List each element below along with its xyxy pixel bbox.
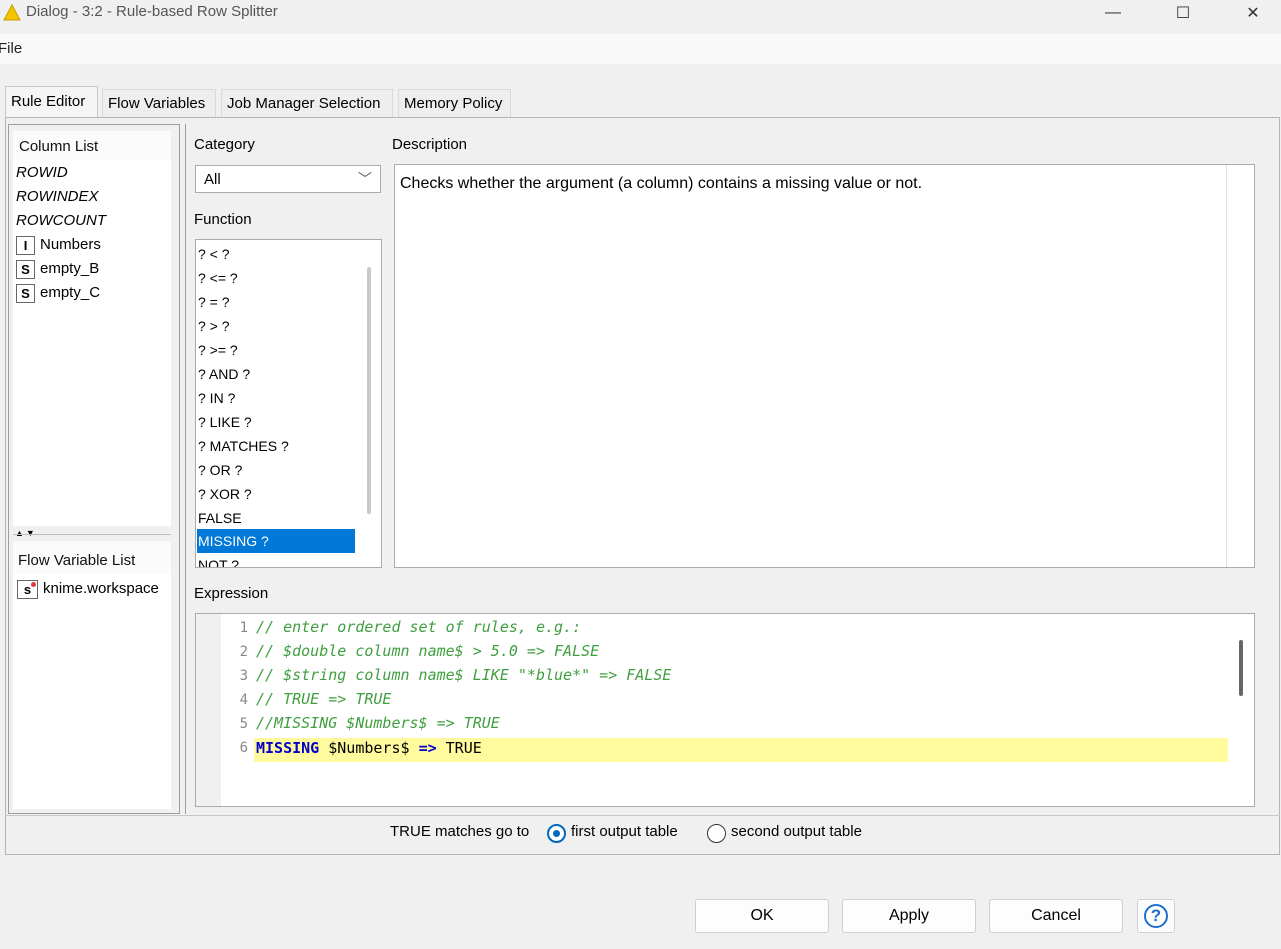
function-item[interactable]: ? LIKE ?	[197, 410, 355, 434]
function-item[interactable]: ? IN ?	[197, 386, 355, 410]
keyword-arrow: =>	[418, 739, 437, 757]
expression-scrollbar[interactable]	[1239, 640, 1243, 696]
column-numbers[interactable]: I Numbers	[16, 233, 101, 257]
help-icon: ?	[1144, 904, 1168, 928]
line-number: 5	[239, 716, 248, 732]
function-item[interactable]: NOT ?	[197, 553, 355, 567]
tab-flow-variables[interactable]: Flow Variables	[102, 89, 216, 117]
code-line[interactable]: // $double column name$ > 5.0 => FALSE	[256, 639, 599, 663]
column-list-heading: Column List	[19, 138, 99, 155]
function-item[interactable]: ? MATCHES ?	[197, 434, 355, 458]
function-scrollbar[interactable]	[367, 267, 371, 514]
string-type-icon: S	[16, 283, 35, 303]
function-item[interactable]: ? AND ?	[197, 362, 355, 386]
tab-job-manager-selection[interactable]: Job Manager Selection	[221, 89, 393, 117]
ok-button[interactable]: OK	[695, 899, 829, 933]
splitter-arrows-icon[interactable]: ▲▼	[15, 528, 37, 538]
description-box: Checks whether the argument (a column) c…	[394, 164, 1255, 568]
category-value: All	[204, 171, 221, 188]
function-item[interactable]: FALSE	[197, 506, 355, 530]
line-number: 2	[239, 644, 248, 660]
code-line[interactable]: // enter ordered set of rules, e.g.:	[256, 615, 581, 639]
tab-memory-policy[interactable]: Memory Policy	[398, 89, 511, 117]
column-rowid[interactable]: ROWID	[16, 161, 68, 185]
window-title: Dialog - 3:2 - Rule-based Row Splitter	[26, 3, 278, 20]
second-output-radio[interactable]	[707, 824, 726, 843]
chevron-down-icon: ﹀	[358, 171, 372, 187]
string-variable-icon: s	[17, 579, 38, 599]
cancel-button[interactable]: Cancel	[989, 899, 1123, 933]
first-output-radio[interactable]	[547, 824, 566, 843]
function-item[interactable]: ? >= ?	[197, 338, 355, 362]
menu-bar	[0, 34, 1281, 64]
code-line[interactable]: // TRUE => TRUE	[256, 687, 391, 711]
category-label: Category	[194, 136, 255, 153]
knime-warning-icon	[3, 4, 21, 21]
tab-rule-editor[interactable]: Rule Editor	[5, 86, 98, 118]
column-rowcount[interactable]: ROWCOUNT	[16, 209, 106, 233]
code-line[interactable]: //MISSING $Numbers$ => TRUE	[256, 711, 500, 735]
column-empty-b[interactable]: Sempty_B	[16, 257, 99, 281]
expression-editor[interactable]: 1 2 3 4 5 6 // enter ordered set of rule…	[195, 613, 1255, 807]
help-button[interactable]: ?	[1137, 899, 1175, 933]
keyword-missing: MISSING	[256, 739, 320, 757]
flow-variable-heading: Flow Variable List	[18, 552, 136, 569]
function-item[interactable]: ? = ?	[197, 290, 355, 314]
column-label: empty_B	[40, 260, 100, 277]
variable-label: knime.workspace	[43, 580, 159, 597]
column-rowindex[interactable]: ROWINDEX	[16, 185, 99, 209]
minimize-button[interactable]: —	[1090, 0, 1136, 26]
string-type-icon: S	[16, 259, 35, 279]
code-line-active[interactable]: MISSING $Numbers$ => TRUE	[256, 736, 482, 760]
line-number: 6	[239, 740, 248, 756]
function-item-selected[interactable]: MISSING ?	[197, 529, 355, 553]
column-empty-c[interactable]: Sempty_C	[16, 281, 100, 305]
function-label: Function	[194, 211, 252, 228]
function-item[interactable]: ? OR ?	[197, 458, 355, 482]
column-label: empty_C	[40, 284, 101, 301]
integer-type-icon: I	[16, 235, 35, 255]
description-scrollbar[interactable]	[1226, 165, 1254, 567]
function-item[interactable]: ? < ?	[197, 242, 355, 266]
menu-file[interactable]: File	[0, 40, 22, 57]
function-item[interactable]: ? XOR ?	[197, 482, 355, 506]
first-output-label[interactable]: first output table	[571, 823, 678, 840]
category-select[interactable]: All ﹀	[195, 165, 381, 193]
rule-outcome: TRUE	[436, 739, 482, 757]
function-item[interactable]: ? > ?	[197, 314, 355, 338]
apply-button[interactable]: Apply	[842, 899, 976, 933]
second-output-label[interactable]: second output table	[731, 823, 862, 840]
expression-label: Expression	[194, 585, 269, 602]
output-label: TRUE matches go to	[390, 823, 530, 840]
function-item[interactable]: ? <= ?	[197, 266, 355, 290]
line-number: 3	[239, 668, 248, 684]
description-label: Description	[392, 136, 468, 153]
column-reference: $Numbers$	[319, 739, 419, 757]
maximize-button[interactable]: ☐	[1160, 0, 1206, 26]
column-label: Numbers	[40, 236, 101, 253]
line-number: 4	[239, 692, 248, 708]
line-number: 1	[239, 620, 248, 636]
close-button[interactable]: ✕	[1230, 0, 1276, 26]
code-line[interactable]: // $string column name$ LIKE "*blue*" =>…	[256, 663, 671, 687]
description-text: Checks whether the argument (a column) c…	[400, 175, 923, 192]
function-list[interactable]: ? < ? ? <= ? ? = ? ? > ? ? >= ? ? AND ? …	[195, 239, 382, 568]
flow-variable-knime-workspace[interactable]: s knime.workspace	[17, 577, 159, 601]
